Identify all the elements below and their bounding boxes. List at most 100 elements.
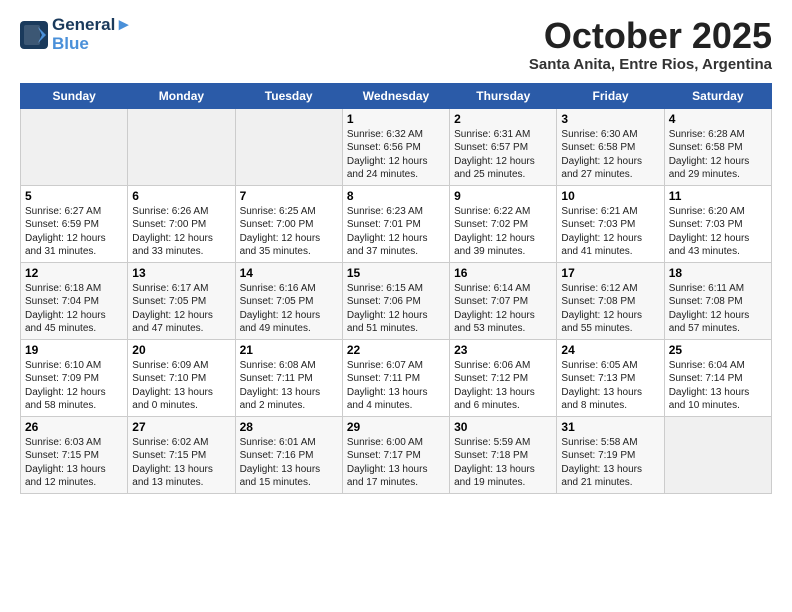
day-number: 20	[132, 343, 230, 357]
day-number: 3	[561, 112, 659, 126]
day-number: 16	[454, 266, 552, 280]
calendar-cell: 1 Sunrise: 6:32 AM Sunset: 6:56 PM Daylig…	[342, 108, 449, 185]
day-info: Sunrise: 6:18 AM Sunset: 7:04 PM Dayligh…	[25, 282, 123, 336]
day-info: Sunrise: 6:12 AM Sunset: 7:08 PM Dayligh…	[561, 282, 659, 336]
day-info: Sunrise: 6:17 AM Sunset: 7:05 PM Dayligh…	[132, 282, 230, 336]
weekday-header-tuesday: Tuesday	[235, 83, 342, 108]
calendar-cell: 22 Sunrise: 6:07 AM Sunset: 7:11 PM Dayli…	[342, 339, 449, 416]
day-number: 17	[561, 266, 659, 280]
calendar-cell: 28 Sunrise: 6:01 AM Sunset: 7:16 PM Dayli…	[235, 416, 342, 493]
day-number: 15	[347, 266, 445, 280]
calendar-week-row: 26 Sunrise: 6:03 AM Sunset: 7:15 PM Dayli…	[21, 416, 772, 493]
day-number: 9	[454, 189, 552, 203]
day-number: 25	[669, 343, 767, 357]
day-number: 26	[25, 420, 123, 434]
calendar-cell: 2 Sunrise: 6:31 AM Sunset: 6:57 PM Daylig…	[450, 108, 557, 185]
calendar-cell	[21, 108, 128, 185]
day-info: Sunrise: 6:15 AM Sunset: 7:06 PM Dayligh…	[347, 282, 445, 336]
day-number: 27	[132, 420, 230, 434]
calendar-cell: 25 Sunrise: 6:04 AM Sunset: 7:14 PM Dayli…	[664, 339, 771, 416]
calendar-cell: 20Sunrise: 6:09 AM Sunset: 7:10 PM Dayli…	[128, 339, 235, 416]
day-number: 4	[669, 112, 767, 126]
day-number: 18	[669, 266, 767, 280]
calendar-cell: 17 Sunrise: 6:12 AM Sunset: 7:08 PM Dayli…	[557, 262, 664, 339]
calendar-table: SundayMondayTuesdayWednesdayThursdayFrid…	[20, 83, 772, 494]
day-info: Sunrise: 6:03 AM Sunset: 7:15 PM Dayligh…	[25, 436, 123, 490]
day-number: 12	[25, 266, 123, 280]
day-info: Sunrise: 5:58 AM Sunset: 7:19 PM Dayligh…	[561, 436, 659, 490]
day-number: 19	[25, 343, 123, 357]
calendar-cell: 24Sunrise: 6:05 AM Sunset: 7:13 PM Dayli…	[557, 339, 664, 416]
day-number: 31	[561, 420, 659, 434]
day-info: Sunrise: 6:31 AM Sunset: 6:57 PM Dayligh…	[454, 128, 552, 182]
calendar-week-row: 19 Sunrise: 6:10 AM Sunset: 7:09 PM Dayli…	[21, 339, 772, 416]
day-info: Sunrise: 6:01 AM Sunset: 7:16 PM Dayligh…	[240, 436, 338, 490]
day-number: 13	[132, 266, 230, 280]
day-info: Sunrise: 6:28 AM Sunset: 6:58 PM Dayligh…	[669, 128, 767, 182]
weekday-header-sunday: Sunday	[21, 83, 128, 108]
calendar-cell: 11 Sunrise: 6:20 AM Sunset: 7:03 PM Dayli…	[664, 185, 771, 262]
day-number: 11	[669, 189, 767, 203]
day-number: 28	[240, 420, 338, 434]
calendar-cell: 26 Sunrise: 6:03 AM Sunset: 7:15 PM Dayli…	[21, 416, 128, 493]
calendar-cell: 12 Sunrise: 6:18 AM Sunset: 7:04 PM Dayli…	[21, 262, 128, 339]
day-info: Sunrise: 6:04 AM Sunset: 7:14 PM Dayligh…	[669, 359, 767, 413]
calendar-cell: 8Sunrise: 6:23 AM Sunset: 7:01 PM Daylig…	[342, 185, 449, 262]
weekday-header-monday: Monday	[128, 83, 235, 108]
day-info: Sunrise: 6:10 AM Sunset: 7:09 PM Dayligh…	[25, 359, 123, 413]
location-subtitle: Santa Anita, Entre Rios, Argentina	[529, 56, 772, 73]
day-number: 22	[347, 343, 445, 357]
day-info: Sunrise: 6:11 AM Sunset: 7:08 PM Dayligh…	[669, 282, 767, 336]
day-info: Sunrise: 6:20 AM Sunset: 7:03 PM Dayligh…	[669, 205, 767, 259]
weekday-header-wednesday: Wednesday	[342, 83, 449, 108]
calendar-cell: 19 Sunrise: 6:10 AM Sunset: 7:09 PM Dayli…	[21, 339, 128, 416]
header: General► Blue October 2025 Santa Anita, …	[20, 16, 772, 73]
weekday-header-saturday: Saturday	[664, 83, 771, 108]
day-info: Sunrise: 6:30 AM Sunset: 6:58 PM Dayligh…	[561, 128, 659, 182]
day-number: 8	[347, 189, 445, 203]
calendar-cell: 4 Sunrise: 6:28 AM Sunset: 6:58 PM Daylig…	[664, 108, 771, 185]
day-info: Sunrise: 6:26 AM Sunset: 7:00 PM Dayligh…	[132, 205, 230, 259]
day-number: 2	[454, 112, 552, 126]
calendar-cell: 27Sunrise: 6:02 AM Sunset: 7:15 PM Dayli…	[128, 416, 235, 493]
day-info: Sunrise: 6:14 AM Sunset: 7:07 PM Dayligh…	[454, 282, 552, 336]
calendar-cell	[128, 108, 235, 185]
logo: General► Blue	[20, 16, 132, 53]
calendar-cell: 31 Sunrise: 5:58 AM Sunset: 7:19 PM Dayli…	[557, 416, 664, 493]
calendar-week-row: 5Sunrise: 6:27 AM Sunset: 6:59 PM Daylig…	[21, 185, 772, 262]
calendar-cell: 6 Sunrise: 6:26 AM Sunset: 7:00 PM Daylig…	[128, 185, 235, 262]
day-info: Sunrise: 6:22 AM Sunset: 7:02 PM Dayligh…	[454, 205, 552, 259]
day-number: 1	[347, 112, 445, 126]
day-info: Sunrise: 5:59 AM Sunset: 7:18 PM Dayligh…	[454, 436, 552, 490]
day-number: 7	[240, 189, 338, 203]
calendar-cell: 14Sunrise: 6:16 AM Sunset: 7:05 PM Dayli…	[235, 262, 342, 339]
calendar-page: General► Blue October 2025 Santa Anita, …	[0, 0, 792, 612]
day-info: Sunrise: 6:25 AM Sunset: 7:00 PM Dayligh…	[240, 205, 338, 259]
weekday-header-row: SundayMondayTuesdayWednesdayThursdayFrid…	[21, 83, 772, 108]
day-info: Sunrise: 6:16 AM Sunset: 7:05 PM Dayligh…	[240, 282, 338, 336]
calendar-cell: 29 Sunrise: 6:00 AM Sunset: 7:17 PM Dayli…	[342, 416, 449, 493]
day-number: 29	[347, 420, 445, 434]
day-info: Sunrise: 6:07 AM Sunset: 7:11 PM Dayligh…	[347, 359, 445, 413]
calendar-cell: 5Sunrise: 6:27 AM Sunset: 6:59 PM Daylig…	[21, 185, 128, 262]
day-info: Sunrise: 6:06 AM Sunset: 7:12 PM Dayligh…	[454, 359, 552, 413]
day-info: Sunrise: 6:00 AM Sunset: 7:17 PM Dayligh…	[347, 436, 445, 490]
weekday-header-friday: Friday	[557, 83, 664, 108]
day-info: Sunrise: 6:05 AM Sunset: 7:13 PM Dayligh…	[561, 359, 659, 413]
day-info: Sunrise: 6:27 AM Sunset: 6:59 PM Dayligh…	[25, 205, 123, 259]
calendar-cell	[664, 416, 771, 493]
calendar-cell: 10 Sunrise: 6:21 AM Sunset: 7:03 PM Dayli…	[557, 185, 664, 262]
day-info: Sunrise: 6:21 AM Sunset: 7:03 PM Dayligh…	[561, 205, 659, 259]
calendar-cell: 9 Sunrise: 6:22 AM Sunset: 7:02 PM Daylig…	[450, 185, 557, 262]
calendar-cell: 15 Sunrise: 6:15 AM Sunset: 7:06 PM Dayli…	[342, 262, 449, 339]
calendar-cell	[235, 108, 342, 185]
calendar-cell: 13 Sunrise: 6:17 AM Sunset: 7:05 PM Dayli…	[128, 262, 235, 339]
calendar-cell: 3 Sunrise: 6:30 AM Sunset: 6:58 PM Daylig…	[557, 108, 664, 185]
month-title: October 2025	[529, 16, 772, 56]
day-number: 6	[132, 189, 230, 203]
day-number: 10	[561, 189, 659, 203]
day-info: Sunrise: 6:32 AM Sunset: 6:56 PM Dayligh…	[347, 128, 445, 182]
logo-icon	[20, 21, 48, 49]
day-number: 21	[240, 343, 338, 357]
day-number: 23	[454, 343, 552, 357]
